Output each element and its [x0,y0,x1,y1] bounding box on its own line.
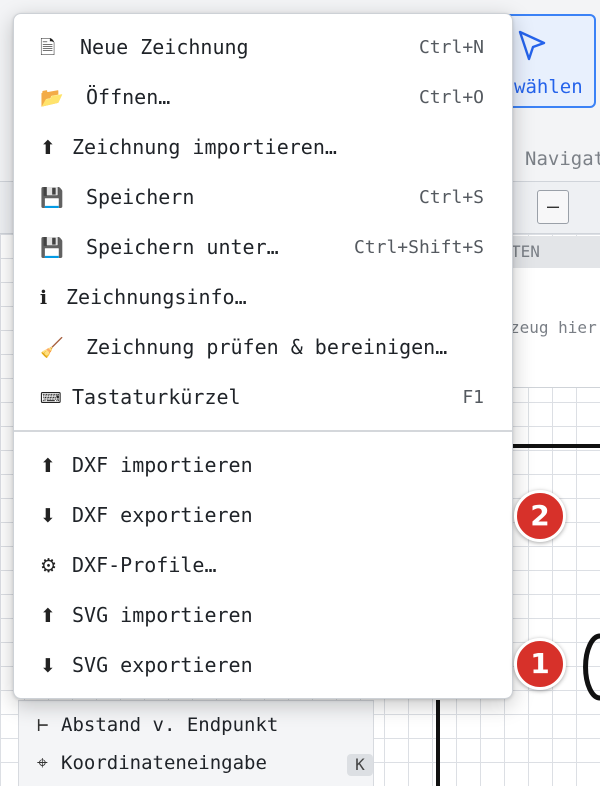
menu-item-save-as[interactable]: 💾 Speichern unter… Ctrl+Shift+S [14,222,512,272]
menu-item-dxf-profiles[interactable]: ⚙ DXF-Profile… [14,540,512,590]
shortcut-key-badge: K [347,754,373,776]
menu-item-svg-export[interactable]: ⬇ SVG exportieren [14,640,512,690]
menu-item-label: Zeichnung prüfen & bereinigen… [86,335,448,359]
menu-item-dxf-export[interactable]: ⬇ DXF exportieren [14,490,512,540]
menu-item-label: Tastaturkürzel [72,385,241,409]
properties-header-label: TEN [511,242,540,261]
menu-item-label: Öffnen… [86,85,171,109]
menu-item-dxf-import[interactable]: ⬆ DXF importieren [14,440,512,490]
menu-item-svg-import[interactable]: ⬆ SVG importieren [14,590,512,640]
properties-header: TEN [505,236,600,268]
download-icon: ⬇ [40,505,56,527]
menu-item-label: DXF exportieren [72,503,253,527]
step-badge: 2 [514,490,566,542]
broom-icon: 🧹 [40,337,64,359]
menu-item-shortcut: Ctrl+O [418,87,484,108]
snap-item-label: Abstand v. Endpunkt [61,714,279,736]
menu-separator [14,430,512,432]
endpoint-distance-icon: ⊢ [37,714,49,736]
menu-item-shortcut: Ctrl+S [418,187,484,208]
menu-item-label: Speichern unter… [86,235,279,259]
file-menu: 🗎 Neue Zeichnung Ctrl+N 📂 Öffnen… Ctrl+O… [13,13,513,699]
upload-icon: ⬆ [40,137,56,159]
menu-item-label: SVG importieren [72,603,253,627]
gear-icon: ⚙ [40,555,58,577]
crosshair-icon: ⌖ [37,752,48,774]
menu-item-drawing-info[interactable]: ℹ Zeichnungsinfo… [14,272,512,322]
snap-item-endpoint-distance[interactable]: ⊢ Abstand v. Endpunkt [37,714,278,736]
upload-icon: ⬆ [40,605,56,627]
menu-item-save[interactable]: 💾 Speichern Ctrl+S [14,172,512,222]
menu-item-label: Zeichnungsinfo… [66,285,247,309]
menu-item-keyboard-shortcuts[interactable]: ⌨ Tastaturkürzel F1 [14,372,512,422]
menu-item-label: Neue Zeichnung [80,35,249,59]
properties-panel: TEN zeug hier [505,236,600,388]
menu-item-label: SVG exportieren [72,653,253,677]
document-icon: 🗎 [40,37,56,59]
menu-item-shortcut: F1 [462,387,484,408]
menu-item-label: Speichern [86,185,195,209]
floppy-disk-icon: 💾 [40,237,64,259]
menu-item-new-drawing[interactable]: 🗎 Neue Zeichnung Ctrl+N [14,22,512,72]
step-badge: 1 [514,638,566,690]
properties-hint: zeug hier [510,318,597,337]
menu-item-label: DXF-Profile… [72,553,217,577]
menu-item-open[interactable]: 📂 Öffnen… Ctrl+O [14,72,512,122]
menu-item-shortcut: Ctrl+Shift+S [353,237,484,258]
upload-icon: ⬆ [40,455,56,477]
snap-item-coordinate-input[interactable]: ⌖ Koordinateneingabe K [37,752,373,776]
menu-item-shortcut: Ctrl+N [418,37,484,58]
download-icon: ⬇ [40,655,56,677]
menu-item-label: Zeichnung importieren… [72,135,337,159]
snap-panel: ⊢ Abstand v. Endpunkt ⌖ Koordinateneingabe… [18,700,374,786]
menu-item-import-drawing[interactable]: ⬆ Zeichnung importieren… [14,122,512,172]
floppy-disk-icon: 💾 [40,187,64,209]
menu-item-label: DXF importieren [72,453,253,477]
menu-item-check-clean[interactable]: 🧹 Zeichnung prüfen & bereinigen… [14,322,512,372]
open-folder-icon: 📂 [40,87,64,109]
keyboard-icon: ⌨ [40,389,62,407]
snap-item-label: Koordinateneingabe [61,752,267,774]
